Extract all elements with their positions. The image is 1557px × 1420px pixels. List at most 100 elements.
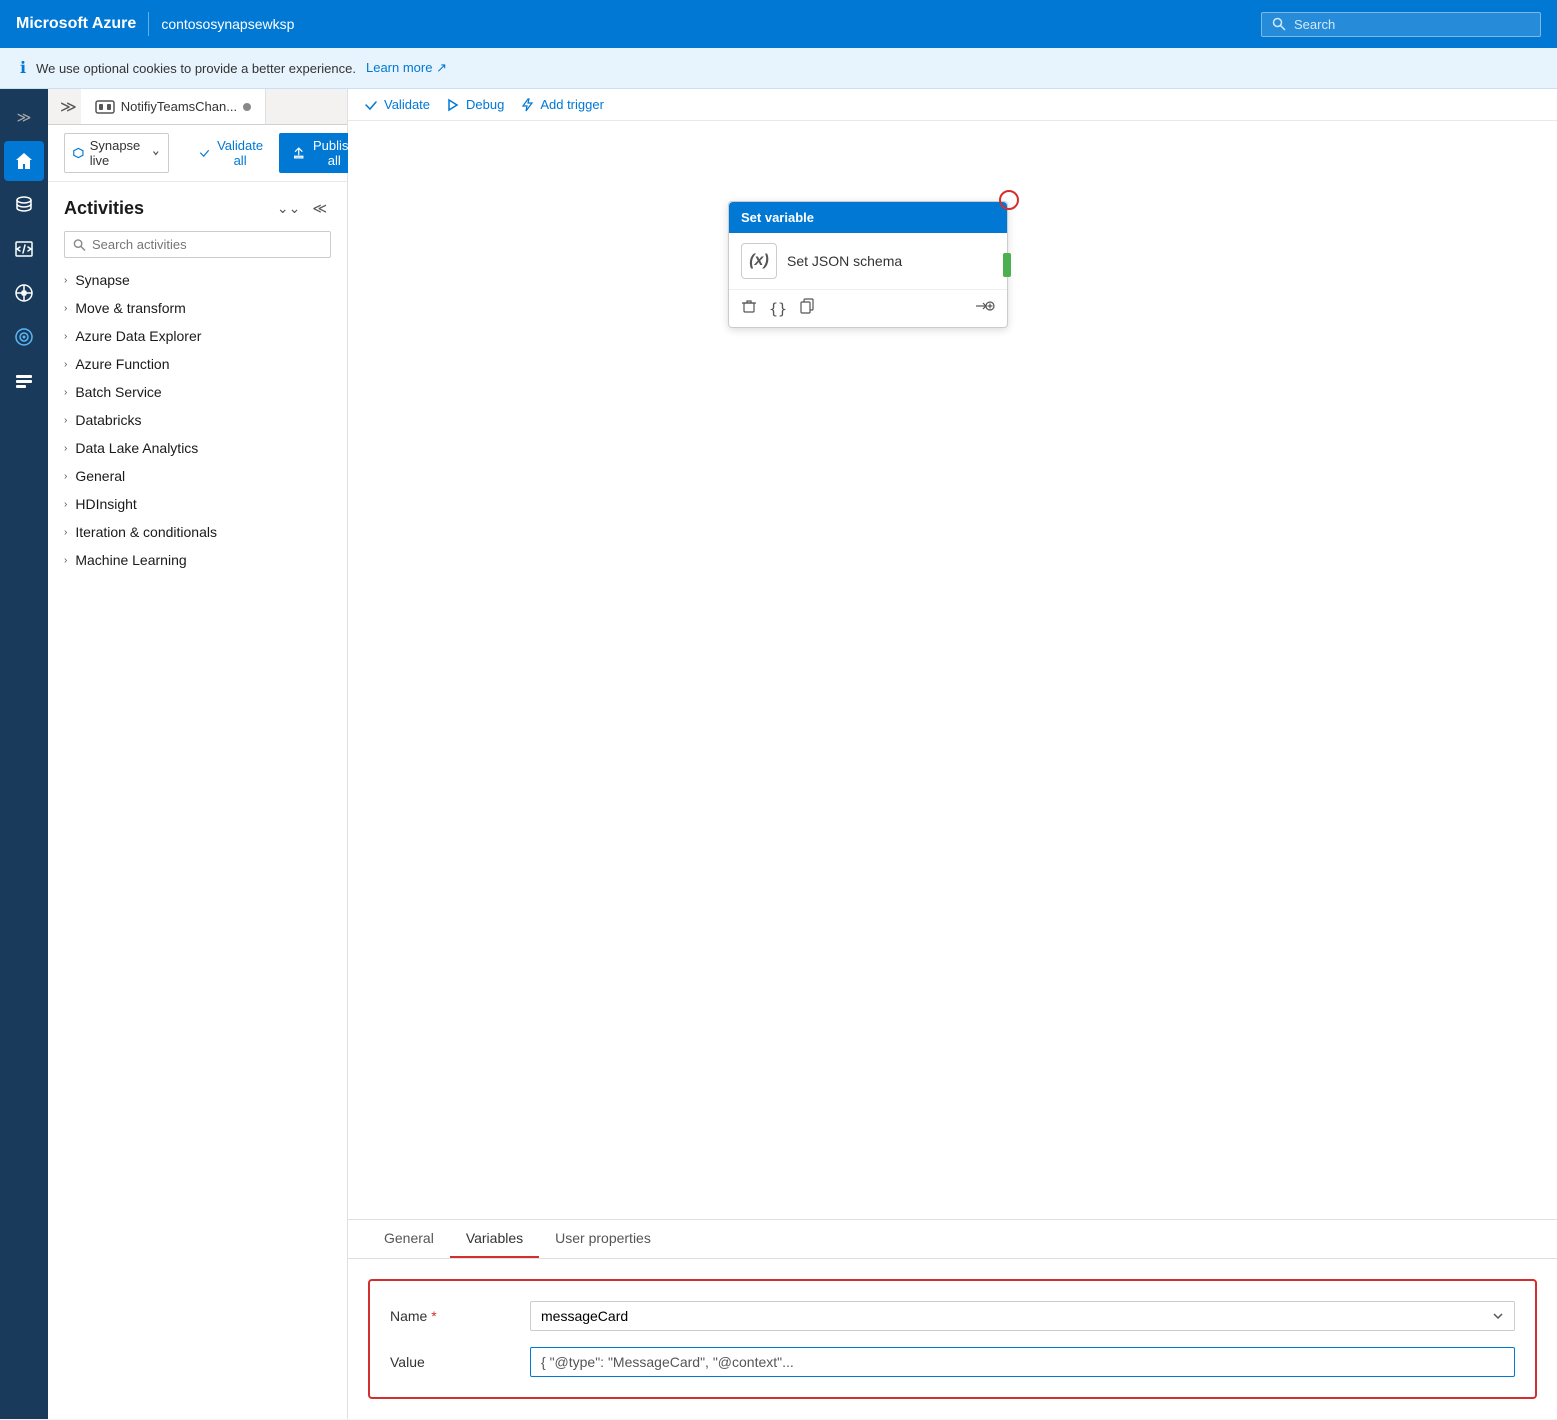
database-icon [14,195,34,215]
activity-group-azure-function[interactable]: › Azure Function [48,350,347,378]
activity-group-machine-learning[interactable]: › Machine Learning [48,546,347,574]
main-layout: ≫ [0,89,1557,1419]
success-bar [1003,253,1011,277]
required-indicator: * [431,1308,436,1324]
activities-search-input[interactable] [92,237,322,252]
top-bar-divider [148,12,149,36]
set-variable-card-body: (x) Set JSON schema [729,233,1007,289]
home-icon [14,151,34,171]
chevron-right-icon: › [64,359,67,370]
bottom-content: Name * messageCard Value [348,1259,1557,1419]
sidebar-collapse-btn[interactable]: ≫ [4,97,44,137]
sidebar-item-integrate[interactable] [4,273,44,313]
bottom-tabs: General Variables User properties [348,1220,1557,1259]
sidebar-item-home[interactable] [4,141,44,181]
top-bar: Microsoft Azure contososynapsewksp Searc… [0,0,1557,48]
set-variable-card-actions: {} [729,289,1007,327]
content-area: Validate Debug Add trigger [348,89,1557,1419]
synapse-env-selector[interactable]: Synapse live [64,133,169,173]
tab-general[interactable]: General [368,1220,450,1258]
tab-bar: ≫ NotifiyTeamsChan... [48,89,347,125]
sidebar-item-data[interactable] [4,185,44,225]
delete-activity-icon[interactable] [741,298,757,319]
sidebar-item-monitor[interactable] [4,317,44,357]
activity-group-iteration-conditionals[interactable]: › Iteration & conditionals [48,518,347,546]
collapse-all-btn[interactable]: ⌄⌄ [273,198,304,219]
monitor-icon [14,327,34,347]
activities-header: Activities ⌄⌄ ≪ [48,182,347,227]
name-form-row: Name * messageCard [390,1301,1515,1331]
value-input[interactable]: { "@type": "MessageCard", "@context"... [530,1347,1515,1377]
activity-group-databricks[interactable]: › Databricks [48,406,347,434]
sidebar-item-manage[interactable] [4,361,44,401]
activity-group-azure-data-explorer[interactable]: › Azure Data Explorer [48,322,347,350]
set-variable-card-header: Set variable [729,202,1007,233]
pipeline-tab[interactable]: NotifiyTeamsChan... [81,89,266,124]
chevron-right-icon: › [64,471,67,482]
cookie-banner: ℹ We use optional cookies to provide a b… [0,48,1557,89]
chevron-right-icon: › [64,555,67,566]
global-search[interactable]: Search [1261,12,1541,37]
activity-group-synapse[interactable]: › Synapse [48,266,347,294]
synapse-env-icon [73,146,84,160]
chevron-right-icon: › [64,331,67,342]
copy-activity-icon[interactable] [799,298,815,319]
publish-icon [293,146,304,160]
activity-group-general[interactable]: › General [48,462,347,490]
integrate-icon [13,282,35,304]
group-label: Data Lake Analytics [75,440,198,456]
close-panel-btn[interactable]: ≪ [308,198,331,219]
cookie-text: We use optional cookies to provide a bet… [36,61,356,76]
value-form-row: Value { "@type": "MessageCard", "@contex… [390,1347,1515,1377]
sidebar-icons: ≫ [0,89,48,1419]
pipeline-actions-toolbar: Validate Debug Add trigger [348,89,1557,121]
develop-icon [14,239,34,259]
sidebar-item-develop[interactable] [4,229,44,269]
search-activities-icon [73,238,86,252]
variable-icon: (x) [741,243,777,279]
activity-group-batch-service[interactable]: › Batch Service [48,378,347,406]
value-label: Value [390,1354,510,1370]
chevron-right-icon: › [64,387,67,398]
chevron-right-icon: › [64,443,67,454]
info-icon: ℹ [20,58,26,78]
pipeline-tab-icon [95,100,115,114]
debug-play-icon [446,98,460,112]
set-variable-card-label: Set JSON schema [787,253,902,269]
activity-group-data-lake-analytics[interactable]: › Data Lake Analytics [48,434,347,462]
debug-btn[interactable]: Debug [446,97,504,112]
group-label: Azure Function [75,356,169,372]
tab-user-properties[interactable]: User properties [539,1220,667,1258]
name-label: Name * [390,1308,510,1324]
activity-group-move-transform[interactable]: › Move & transform [48,294,347,322]
panel-expand-btn[interactable]: ≫ [56,93,81,121]
activities-search-box[interactable] [64,231,331,258]
bottom-panel: General Variables User properties Name * [348,1219,1557,1419]
learn-more-link[interactable]: Learn more ↗ [366,60,447,76]
tab-variables[interactable]: Variables [450,1220,539,1258]
group-label: Iteration & conditionals [75,524,217,540]
pipeline-canvas[interactable]: Set variable (x) Set JSON schema {} [348,121,1557,1219]
activity-group-hdinsight[interactable]: › HDInsight [48,490,347,518]
activities-panel: ≫ NotifiyTeamsChan... Synapse live [48,89,348,1419]
synapse-toolbar: Synapse live Validate all Publish all 1 [48,125,347,182]
group-label: Machine Learning [75,552,186,568]
code-icon[interactable]: {} [769,300,787,318]
tab-unsaved-indicator [243,103,251,111]
chevron-right-icon: › [64,275,67,286]
add-successor-icon[interactable] [975,298,995,319]
group-label: Move & transform [75,300,185,316]
validate-all-btn[interactable]: Validate all [189,134,275,172]
group-label: Batch Service [75,384,161,400]
group-label: General [75,468,125,484]
group-label: Synapse [75,272,129,288]
workspace-name: contososynapsewksp [161,16,294,32]
azure-logo: Microsoft Azure [16,15,136,33]
name-select[interactable]: messageCard [530,1301,1515,1331]
add-trigger-btn[interactable]: Add trigger [520,97,604,112]
chevron-down-icon [152,148,160,158]
set-variable-card[interactable]: Set variable (x) Set JSON schema {} [728,201,1008,328]
search-placeholder: Search [1294,17,1335,32]
chevron-right-icon: › [64,499,67,510]
validate-btn[interactable]: Validate [364,97,430,112]
